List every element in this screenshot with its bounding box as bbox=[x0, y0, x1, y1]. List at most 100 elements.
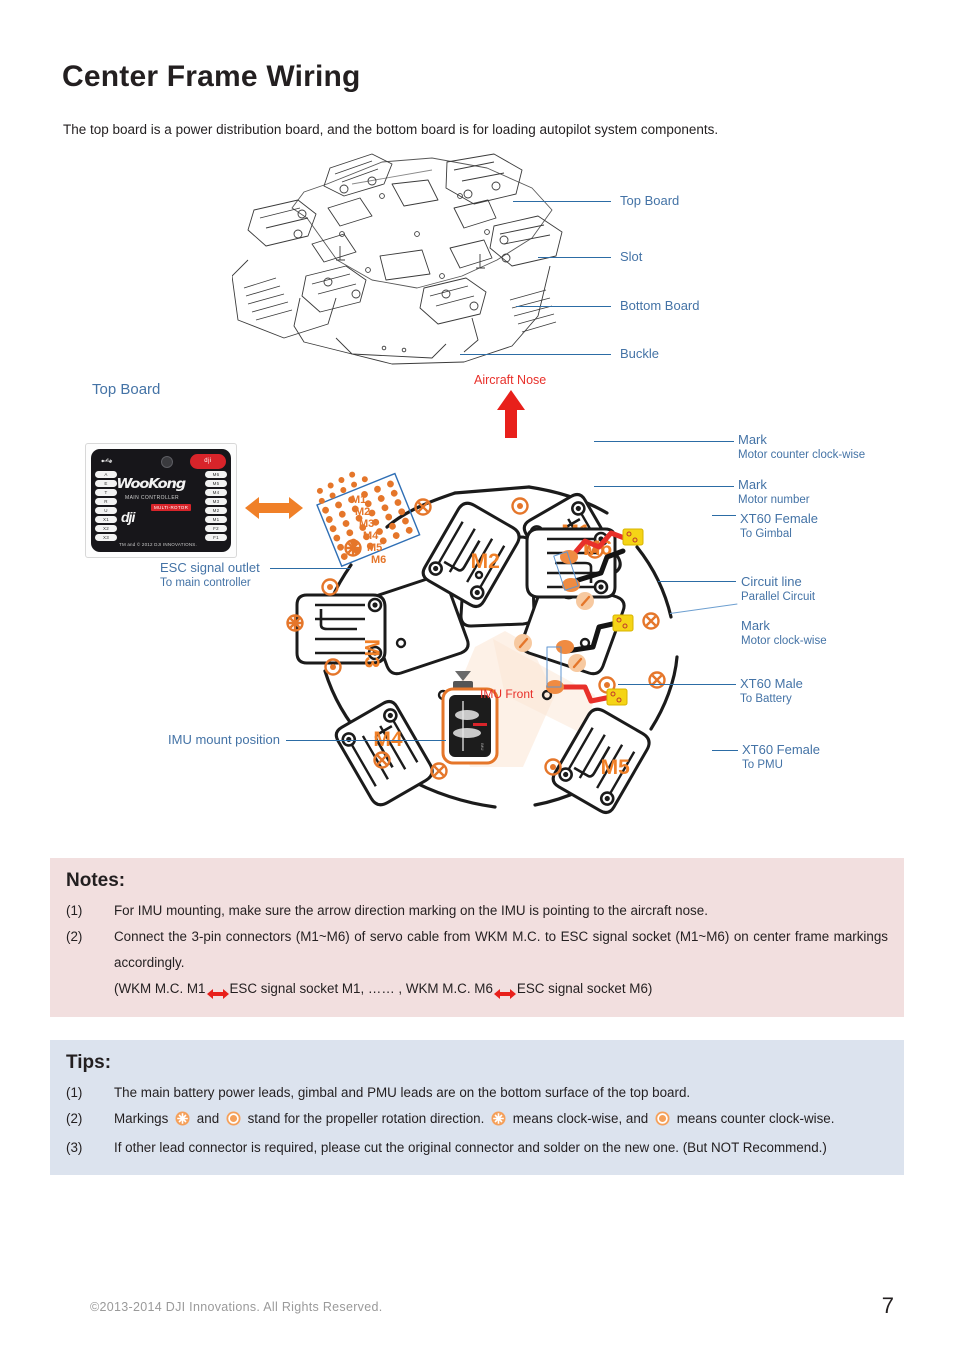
label-text: Mark bbox=[738, 432, 767, 447]
svg-text:M5: M5 bbox=[601, 756, 630, 779]
wkm-main-controller-image: dji WooKong MAIN CONTROLLER MULTI-ROTOR … bbox=[85, 443, 237, 558]
tip-number: (3) bbox=[66, 1140, 83, 1156]
leader-esc-signal-outlet bbox=[270, 568, 350, 569]
double-arrow-icon bbox=[206, 983, 229, 1000]
label-subtext: To Gimbal bbox=[740, 528, 792, 541]
label-circuit-line: Circuit line Parallel Circuit bbox=[741, 574, 815, 605]
label-subtext: Parallel Circuit bbox=[741, 591, 816, 604]
tip2-part5: means counter clock-wise. bbox=[676, 1111, 835, 1127]
tip-text: The main battery power leads, gimbal and… bbox=[114, 1085, 691, 1100]
wkm-trademark: TM and © 2012 DJI INNOVATIONS. bbox=[119, 542, 197, 547]
leader-xt60-battery bbox=[618, 684, 736, 685]
label-text: XT60 Female bbox=[742, 742, 821, 757]
svg-text:M3: M3 bbox=[360, 639, 383, 668]
wkm-brand-text: WooKong bbox=[116, 477, 186, 492]
note-item-1: (1) For IMU mounting, make sure the arro… bbox=[66, 898, 888, 924]
notes-heading: Notes: bbox=[66, 870, 126, 891]
label-subtext: Motor number bbox=[738, 494, 810, 507]
label-slot: Slot bbox=[620, 249, 643, 264]
label-text: ESC signal outlet bbox=[160, 560, 260, 575]
pin-m6: M6 bbox=[205, 471, 227, 478]
pin-x1: X1 bbox=[95, 516, 117, 523]
page-title: Center Frame Wiring bbox=[62, 60, 361, 93]
manual-page: Center Frame Wiring The top board is a p… bbox=[0, 0, 954, 1354]
xt60-female-pmu bbox=[606, 688, 628, 706]
svg-text:M6: M6 bbox=[371, 554, 386, 566]
notes-panel: Notes: (1) For IMU mounting, make sure t… bbox=[50, 858, 904, 1017]
leader-mark-number bbox=[594, 486, 734, 487]
wkm-badge: MULTI-ROTOR bbox=[151, 504, 192, 511]
label-subtext: To main controller bbox=[160, 577, 251, 590]
pin-m1: M1 bbox=[205, 516, 227, 523]
xt60-female-gimbal bbox=[622, 528, 644, 546]
pin-m3: M3 bbox=[205, 498, 227, 505]
label-xt60-female-gimbal: XT60 Female To Gimbal bbox=[740, 511, 818, 542]
label-mark-ccw: Mark Motor counter clock-wise bbox=[738, 432, 865, 463]
leader-buckle bbox=[460, 354, 611, 355]
tip2-part3: stand for the propeller rotation directi… bbox=[247, 1111, 485, 1127]
tip2-part2: and bbox=[196, 1111, 220, 1127]
note-item-2: (2) Connect the 3-pin connectors (M1~M6)… bbox=[66, 924, 888, 976]
svg-text:M1: M1 bbox=[351, 494, 366, 506]
note-number: (2) bbox=[66, 929, 83, 945]
pin-x2: X2 bbox=[95, 525, 117, 532]
label-mark-cw: Mark Motor clock-wise bbox=[741, 618, 827, 649]
wkm-pins-right: M6 M5 M4 M3 M2 M1 F2 F1 bbox=[205, 471, 227, 541]
aircraft-nose-arrow-icon bbox=[496, 390, 526, 438]
note-subline-part1: (WKM M.C. M1 bbox=[114, 981, 206, 997]
tips-panel: Tips: (1) The main battery power leads, … bbox=[50, 1040, 904, 1176]
label-text: XT60 Female bbox=[740, 511, 819, 526]
leader-top-board bbox=[513, 201, 611, 202]
label-top-board: Top Board bbox=[620, 193, 680, 208]
pin-e: E bbox=[95, 480, 117, 487]
pin-m5: M5 bbox=[205, 480, 227, 487]
tip-number: (1) bbox=[66, 1085, 83, 1100]
section-heading-top-board: Top Board bbox=[92, 381, 161, 398]
note-subline-part3: ESC signal socket M6) bbox=[516, 981, 653, 997]
label-imu-front: IMU Front bbox=[480, 687, 534, 701]
label-subtext: Motor counter clock-wise bbox=[738, 449, 866, 462]
note-subline-part2: ESC signal socket M1, …… , WKM M.C. M6 bbox=[229, 981, 493, 997]
label-aircraft-nose: Aircraft Nose bbox=[474, 373, 547, 387]
xt60-male-battery bbox=[612, 614, 634, 632]
pin-m4: M4 bbox=[205, 489, 227, 496]
exploded-frame-illustration bbox=[232, 148, 582, 373]
center-frame-top-board-diagram: M1 M2 bbox=[255, 395, 725, 845]
wkm-pins-left: A E T R U X1 X2 X3 bbox=[95, 471, 117, 541]
usb-icon bbox=[101, 458, 113, 463]
footer-copyright: ©2013-2014 DJI Innovations. All Rights R… bbox=[90, 1300, 383, 1314]
label-xt60-female-pmu: XT60 Female To PMU bbox=[742, 742, 820, 773]
label-subtext: To Battery bbox=[740, 693, 792, 706]
counterclockwise-mark-icon bbox=[655, 1109, 670, 1135]
leader-xt60-gimbal bbox=[712, 515, 736, 516]
pin-t: T bbox=[95, 489, 117, 496]
dji-logo: dji bbox=[121, 509, 135, 525]
pin-f1: F1 bbox=[205, 534, 227, 541]
note-text: For IMU mounting, make sure the arrow di… bbox=[114, 903, 708, 918]
intro-paragraph: The top board is a power distribution bo… bbox=[63, 122, 719, 137]
clockwise-mark-icon bbox=[491, 1109, 506, 1135]
svg-text:M2: M2 bbox=[355, 506, 370, 518]
double-arrow-icon bbox=[493, 983, 516, 1000]
tip2-part4: means clock-wise, and bbox=[512, 1111, 649, 1127]
tip-item-2: (2) Markings and stand for the propeller… bbox=[66, 1106, 888, 1135]
label-text: XT60 Male bbox=[740, 676, 803, 691]
pin-m2: M2 bbox=[205, 507, 227, 514]
led-badge: dji bbox=[190, 454, 226, 469]
label-subtext: To PMU bbox=[742, 759, 783, 772]
leader-imu-mount-position bbox=[286, 740, 446, 741]
leader-circuit-line bbox=[658, 581, 736, 582]
tips-heading: Tips: bbox=[66, 1052, 112, 1073]
pin-r: R bbox=[95, 498, 117, 505]
note-text: Connect the 3-pin connectors (M1~M6) of … bbox=[114, 929, 888, 971]
pin-u: U bbox=[95, 507, 117, 514]
tip-text: Markings and stand for the propeller rot… bbox=[114, 1106, 888, 1135]
label-text: Mark bbox=[741, 618, 770, 633]
svg-text:M5: M5 bbox=[367, 542, 382, 554]
tip-item-3: (3) If other lead connector is required,… bbox=[66, 1135, 888, 1161]
leader-slot bbox=[538, 257, 611, 258]
svg-text:M2: M2 bbox=[471, 550, 500, 573]
tip-number: (2) bbox=[66, 1111, 83, 1127]
clockwise-mark-icon bbox=[175, 1109, 190, 1135]
pin-x3: X3 bbox=[95, 534, 117, 541]
